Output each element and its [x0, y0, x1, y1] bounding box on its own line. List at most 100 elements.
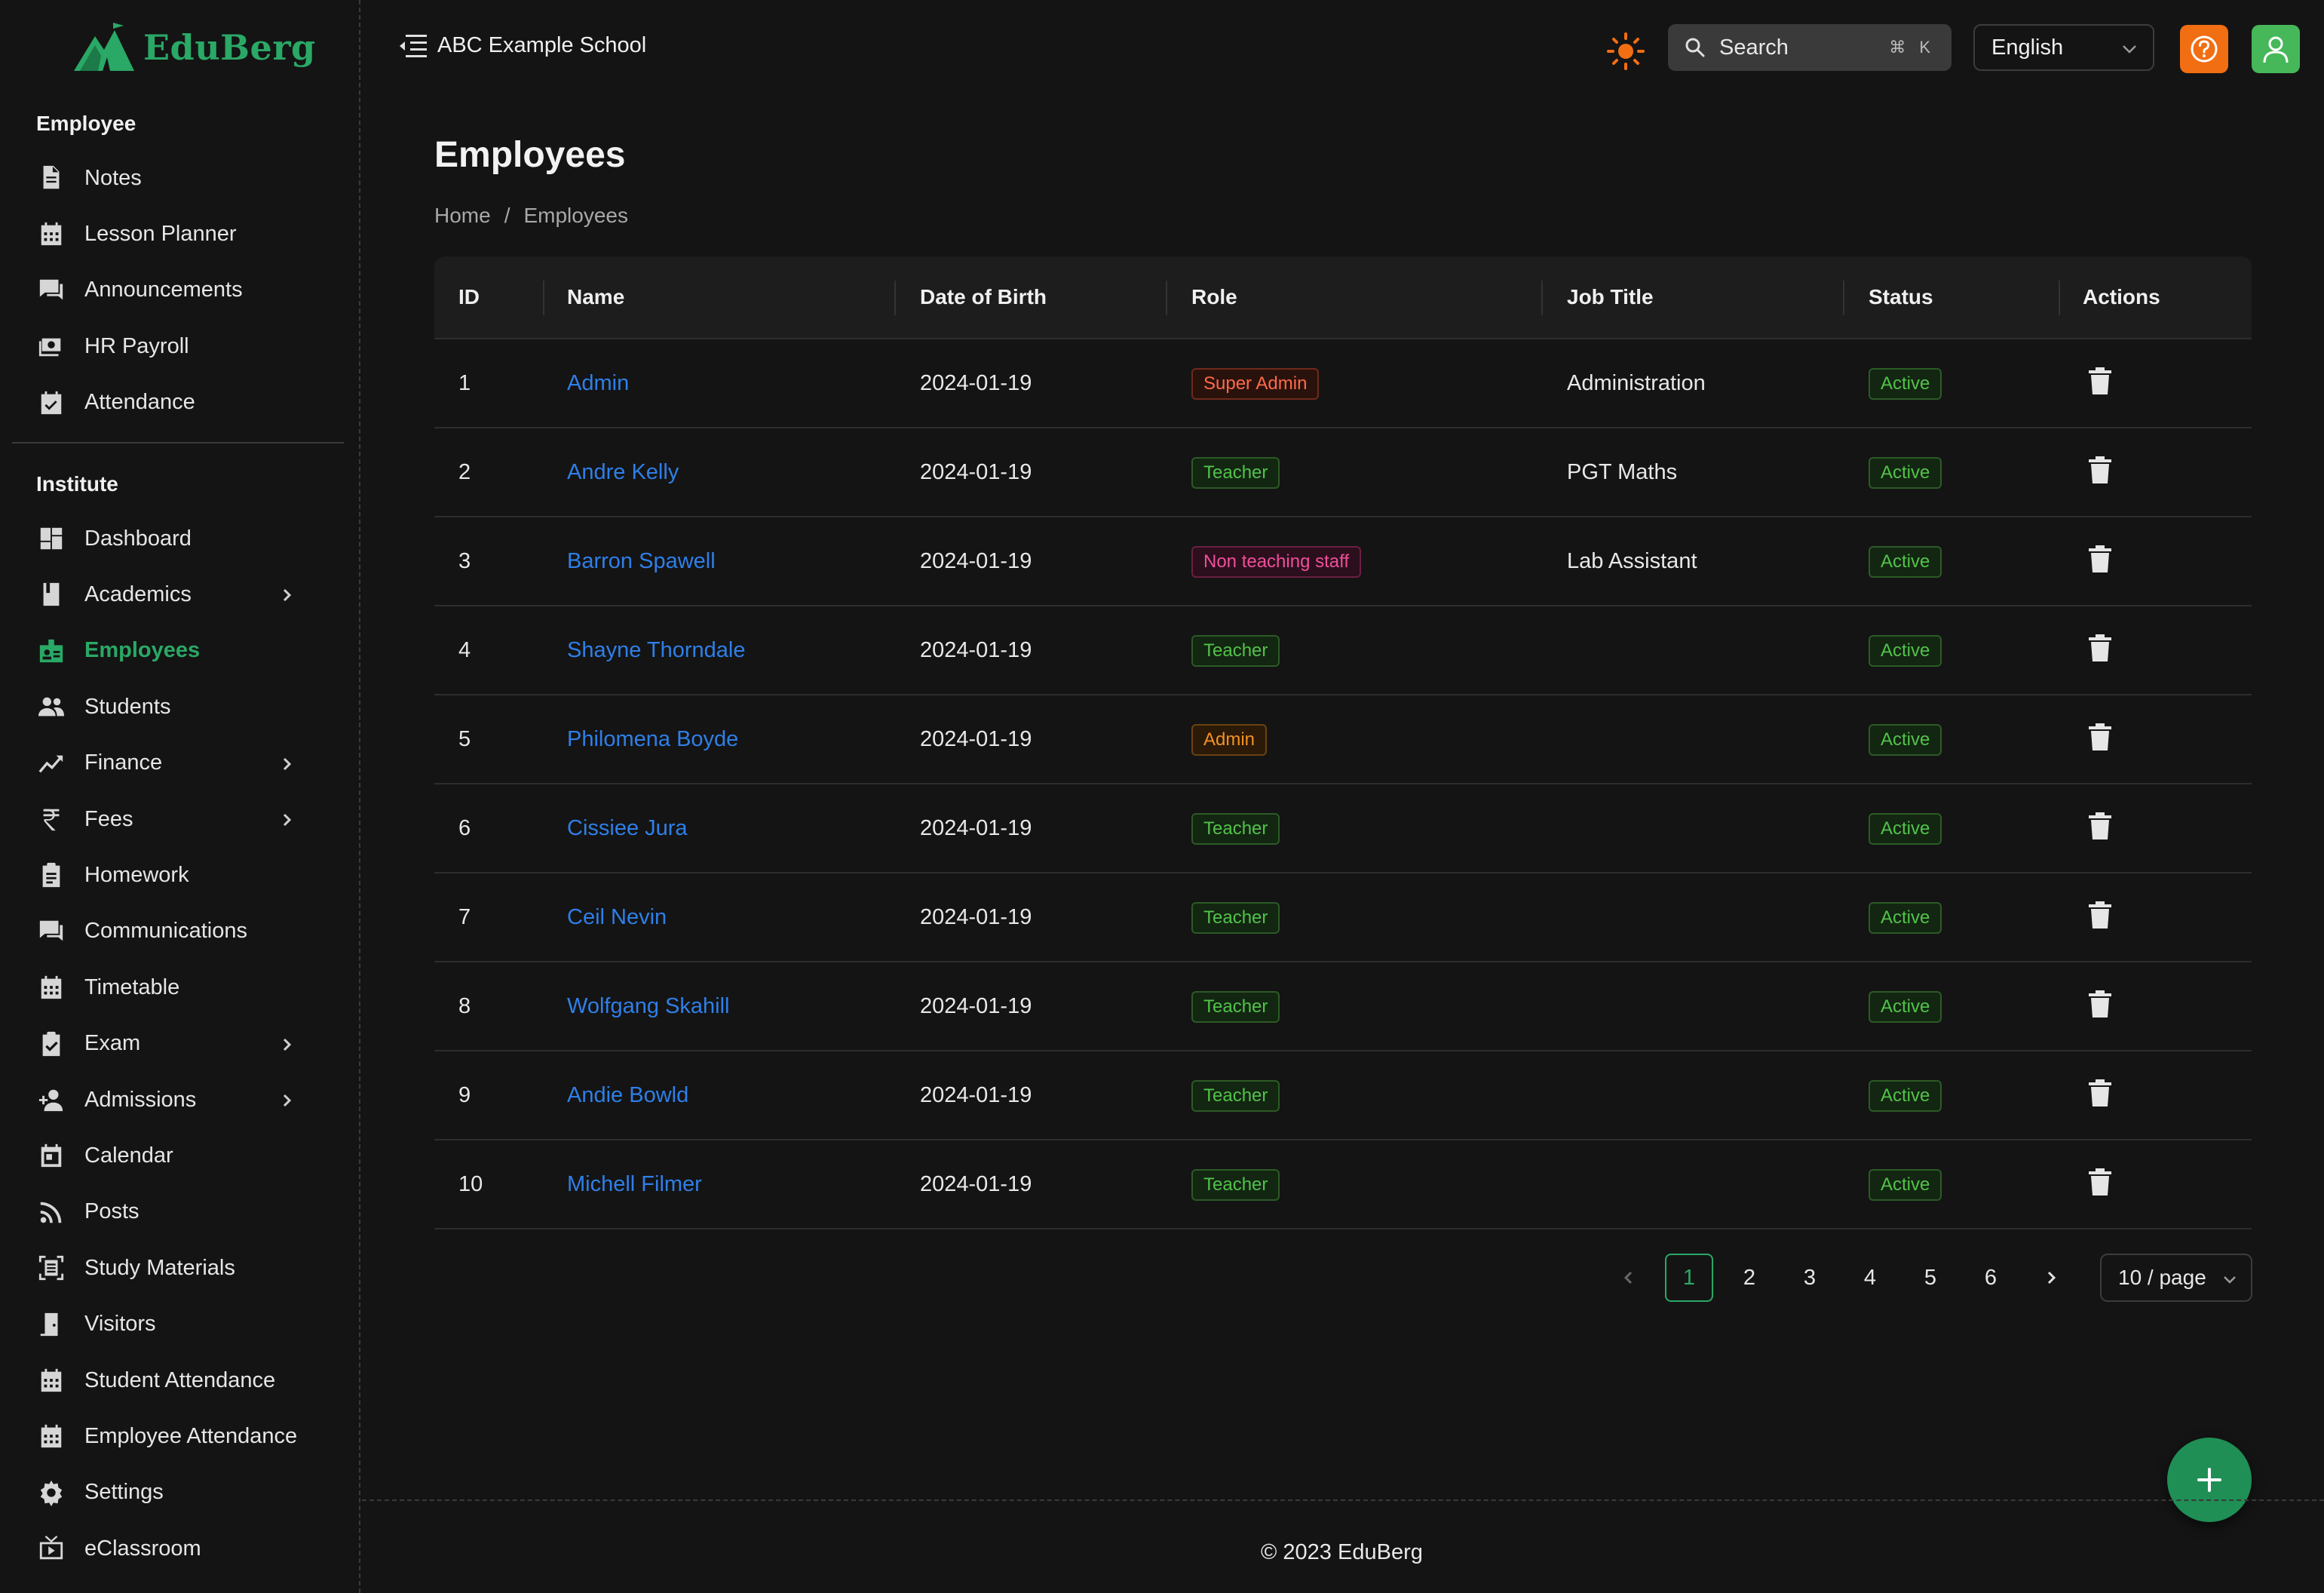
- pagination-page-5[interactable]: 5: [1906, 1254, 1955, 1302]
- search-input[interactable]: Search ⌘ K: [1668, 24, 1951, 71]
- sidebar-item-employee-attendance[interactable]: Employee Attendance: [36, 1415, 323, 1457]
- user-profile-button[interactable]: [2252, 25, 2300, 73]
- employee-name-link[interactable]: Philomena Boyde: [567, 727, 738, 752]
- status-badge: Active: [1869, 813, 1942, 845]
- sidebar-item-study-materials[interactable]: Study Materials: [36, 1247, 323, 1289]
- pagination-page-1[interactable]: 1: [1665, 1254, 1713, 1302]
- sidebar-item-employees[interactable]: Employees: [36, 630, 323, 672]
- employee-name-link[interactable]: Wolfgang Skahill: [567, 994, 729, 1019]
- breadcrumb-home[interactable]: Home: [434, 204, 491, 228]
- employee-name-link[interactable]: Barron Spawell: [567, 549, 716, 574]
- sidebar-item-dashboard[interactable]: Dashboard: [36, 517, 323, 560]
- sidebar-item-settings[interactable]: Settings: [36, 1472, 323, 1514]
- help-button[interactable]: [2180, 25, 2228, 73]
- payroll-icon-wrap: [36, 331, 66, 361]
- delete-button[interactable]: [2087, 1079, 2113, 1107]
- employee-name-link[interactable]: Cissiee Jura: [567, 816, 688, 841]
- employee-name-link[interactable]: Shayne Thorndale: [567, 638, 745, 663]
- theme-toggle-button[interactable]: [1606, 32, 1645, 71]
- chevron-right-icon: [2047, 1271, 2056, 1285]
- chevron-right-icon: [283, 1094, 292, 1107]
- delete-button[interactable]: [2087, 1168, 2113, 1196]
- sidebar-item-label: Settings: [84, 1480, 164, 1505]
- sidebar-item-hr-payroll[interactable]: HR Payroll: [36, 1584, 323, 1593]
- search-icon: [1685, 38, 1705, 57]
- role-tag: Non teaching staff: [1191, 546, 1362, 578]
- expand-chevron: [277, 1035, 296, 1053]
- status-badge: Active: [1869, 724, 1942, 756]
- pagination-page-2[interactable]: 2: [1725, 1254, 1774, 1302]
- pagination-page-6[interactable]: 6: [1967, 1254, 2015, 1302]
- pagination-page-3[interactable]: 3: [1786, 1254, 1834, 1302]
- column-header-status[interactable]: Status: [1869, 285, 1933, 309]
- delete-button[interactable]: [2087, 367, 2113, 395]
- sidebar-item-calendar[interactable]: Calendar: [36, 1134, 323, 1177]
- sidebar-item-lesson-planner[interactable]: Lesson Planner: [36, 213, 323, 255]
- employee-name-link[interactable]: Ceil Nevin: [567, 905, 667, 930]
- column-header-job-title[interactable]: Job Title: [1567, 285, 1654, 309]
- employee-name-link[interactable]: Andie Bowld: [567, 1083, 688, 1108]
- chat-icon: [39, 279, 63, 300]
- cell-id: 4: [458, 638, 471, 662]
- column-header-dob[interactable]: Date of Birth: [920, 285, 1047, 309]
- pagination-prev-button[interactable]: [1605, 1254, 1653, 1302]
- employee-name-link[interactable]: Michell Filmer: [567, 1172, 702, 1197]
- sidebar-item-label: Posts: [84, 1199, 140, 1224]
- trending-icon: [38, 755, 63, 773]
- role-tag: Teacher: [1191, 991, 1280, 1023]
- user-icon: [2263, 36, 2289, 63]
- calendar-today-icon-wrap: [36, 1140, 66, 1171]
- dashboard-icon-wrap: [36, 523, 66, 554]
- chevron-right-icon: [283, 757, 292, 770]
- page-size-select[interactable]: 10 / page: [2100, 1254, 2252, 1302]
- sidebar-item-notes[interactable]: Notes: [36, 157, 323, 199]
- sidebar-item-hr-payroll[interactable]: HR Payroll: [36, 325, 323, 367]
- app-root: EduBerg Employee Notes Lesson Planner Anno…: [0, 0, 2324, 1593]
- cell-dob: 2024-01-19: [920, 371, 1032, 395]
- delete-button[interactable]: [2087, 723, 2113, 751]
- delete-button[interactable]: [2087, 990, 2113, 1018]
- sidebar-item-timetable[interactable]: Timetable: [36, 966, 323, 1008]
- sidebar-item-exam[interactable]: Exam: [36, 1023, 323, 1065]
- sidebar-item-posts[interactable]: Posts: [36, 1191, 323, 1233]
- menu-collapse-button[interactable]: [398, 33, 427, 59]
- cell-id: 10: [458, 1172, 483, 1196]
- sidebar-item-homework[interactable]: Homework: [36, 854, 323, 896]
- cell-id: 8: [458, 994, 471, 1018]
- language-value: English: [1991, 35, 2064, 60]
- brand-logo[interactable]: EduBerg: [72, 21, 316, 74]
- table-row: 7 Ceil Nevin 2024-01-19 Teacher Active: [434, 873, 2252, 962]
- sidebar-item-label: Notes: [84, 165, 142, 190]
- sidebar-item-label: Finance: [84, 750, 163, 775]
- cell-id: 5: [458, 727, 471, 751]
- sidebar-item-announcements[interactable]: Announcements: [36, 269, 323, 312]
- sidebar-item-visitors[interactable]: Visitors: [36, 1303, 323, 1346]
- pagination-next-button[interactable]: [2027, 1254, 2075, 1302]
- delete-button[interactable]: [2087, 901, 2113, 929]
- sidebar-item-finance[interactable]: Finance: [36, 742, 323, 784]
- sidebar-item-fees[interactable]: Fees: [36, 798, 323, 840]
- sidebar-item-students[interactable]: Students: [36, 686, 323, 728]
- delete-button[interactable]: [2087, 812, 2113, 840]
- column-header-name[interactable]: Name: [567, 285, 624, 309]
- sidebar-item-attendance[interactable]: Attendance: [36, 382, 323, 424]
- sidebar-item-eclassroom[interactable]: eClassroom: [36, 1527, 323, 1570]
- column-header-id[interactable]: ID: [458, 285, 480, 309]
- document-scan-icon: [38, 1256, 64, 1281]
- delete-button[interactable]: [2087, 634, 2113, 662]
- sidebar-item-academics[interactable]: Academics: [36, 573, 323, 615]
- employee-name-link[interactable]: Andre Kelly: [567, 460, 679, 485]
- role-tag: Teacher: [1191, 1169, 1280, 1201]
- add-employee-button[interactable]: [2167, 1438, 2252, 1522]
- sidebar-item-communications[interactable]: Communications: [36, 910, 323, 953]
- employee-name-link[interactable]: Admin: [567, 371, 629, 396]
- rupee-icon: [43, 809, 60, 831]
- language-select[interactable]: English: [1973, 24, 2154, 71]
- pagination-page-4[interactable]: 4: [1846, 1254, 1894, 1302]
- trash-icon: [2089, 456, 2111, 483]
- sidebar-item-admissions[interactable]: Admissions: [36, 1079, 323, 1121]
- delete-button[interactable]: [2087, 545, 2113, 573]
- column-header-role[interactable]: Role: [1191, 285, 1237, 309]
- sidebar-item-student-attendance[interactable]: Student Attendance: [36, 1359, 323, 1401]
- delete-button[interactable]: [2087, 456, 2113, 484]
